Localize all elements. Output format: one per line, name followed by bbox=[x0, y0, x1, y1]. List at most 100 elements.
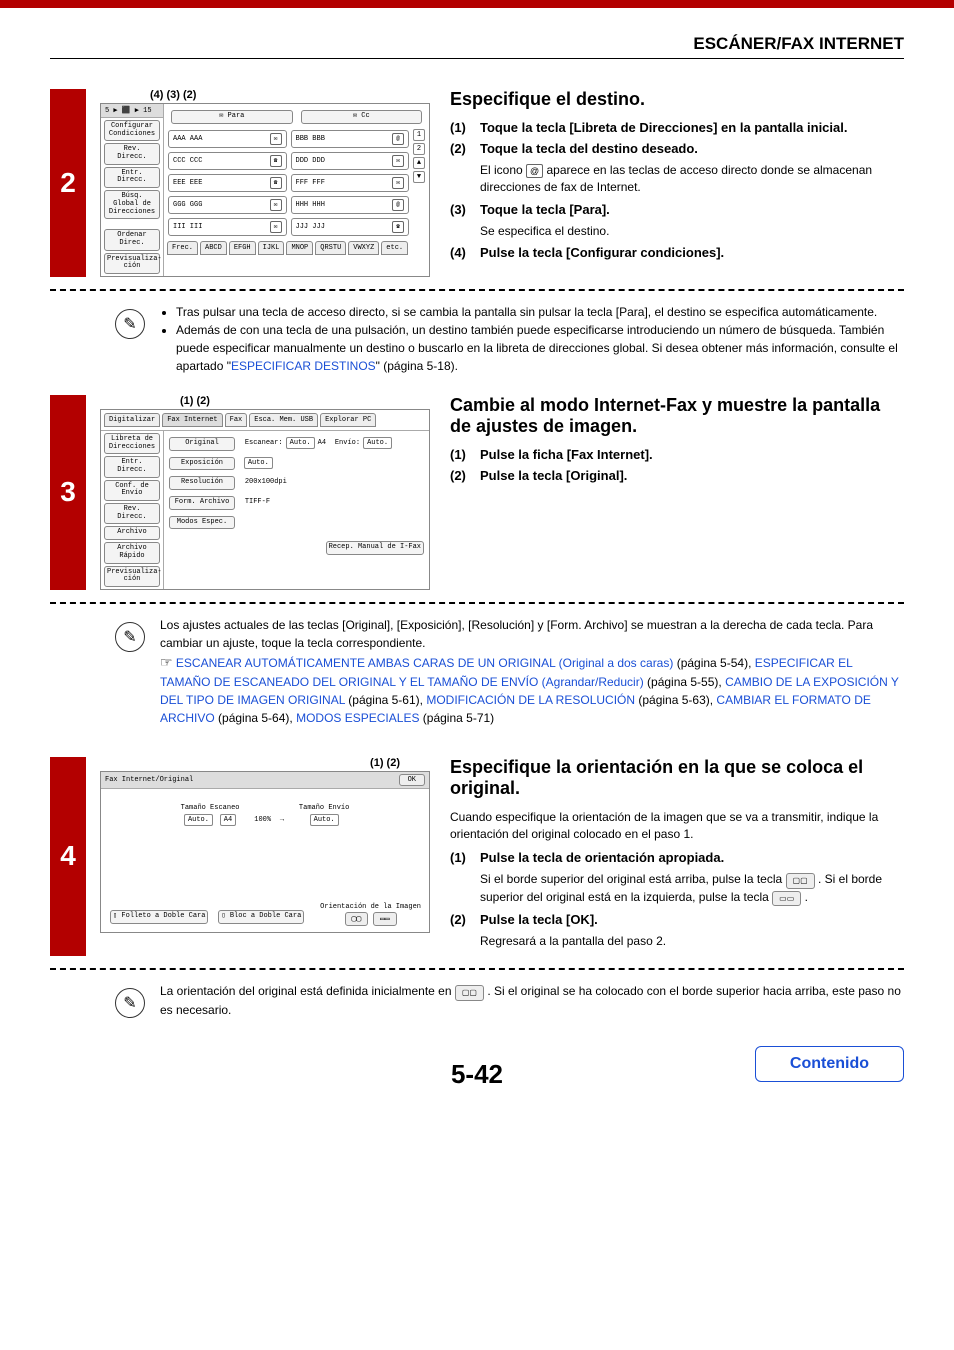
step4-sub2-num: (2) bbox=[450, 912, 480, 927]
top-red-bar bbox=[0, 0, 954, 8]
ss-orient-landscape[interactable]: ▭▭ bbox=[373, 912, 397, 926]
ss-conf-envio[interactable]: Conf. de Envío bbox=[104, 480, 160, 501]
ss-archivo-rapido[interactable]: Archivo Rápido bbox=[104, 542, 160, 563]
ss-busq-global[interactable]: Búsq. Global de Direcciones bbox=[104, 190, 160, 219]
ss-tab-fax[interactable]: Fax bbox=[225, 413, 248, 427]
ss-folleto-btn[interactable]: ▯ Folleto a Doble Cara bbox=[110, 910, 208, 924]
step2-screenshot: 5 ▶ ⬛ ▶ 15 Configurar Condiciones Rev. D… bbox=[100, 103, 430, 277]
ss-para-btn[interactable]: ✉ Para bbox=[171, 110, 293, 124]
step2-sub1-num: (1) bbox=[450, 120, 480, 135]
ss-resolucion-btn[interactable]: Resolución bbox=[169, 476, 235, 490]
ss-ordenar[interactable]: Ordenar Direc. bbox=[104, 229, 160, 250]
orient-portrait-icon: ▢▢ bbox=[786, 873, 815, 888]
step2-sub4-num: (4) bbox=[450, 245, 480, 260]
ss-orient-portrait[interactable]: ▢▢ bbox=[345, 912, 369, 926]
ss-tab[interactable]: IJKL bbox=[258, 241, 285, 255]
ss-entry[interactable]: III III✉ bbox=[168, 218, 287, 236]
ss-archivo[interactable]: Archivo bbox=[104, 526, 160, 540]
ss-title: Fax Internet/Original bbox=[105, 776, 193, 784]
step3-sub2: Pulse la tecla [Original]. bbox=[480, 468, 627, 483]
step4-sub2-desc: Regresará a la pantalla del paso 2. bbox=[480, 933, 904, 950]
ss-modos-espec-btn[interactable]: Modos Espec. bbox=[169, 516, 235, 530]
ss-config-cond[interactable]: Configurar Condiciones bbox=[104, 120, 160, 141]
ss-form-archivo-btn[interactable]: Form. Archivo bbox=[169, 496, 235, 510]
ss-tab[interactable]: MNOP bbox=[286, 241, 313, 255]
ss-tab-frec[interactable]: Frec. bbox=[167, 241, 198, 255]
ss-tab[interactable]: etc. bbox=[381, 241, 408, 255]
divider bbox=[50, 602, 904, 604]
ss-entry[interactable]: AAA AAA✉ bbox=[168, 130, 287, 148]
pencil-note-icon: ✎ bbox=[115, 622, 145, 652]
ss-entry[interactable]: BBB BBB@ bbox=[291, 130, 410, 148]
pencil-note-icon: ✎ bbox=[115, 988, 145, 1018]
ss-down[interactable]: ▼ bbox=[413, 171, 425, 183]
ss-counter: 5 ▶ ⬛ ▶ 15 bbox=[101, 104, 163, 118]
ss-entry[interactable]: DDD DDD✉ bbox=[291, 152, 410, 170]
ss-tab-digitalizar[interactable]: Digitalizar bbox=[104, 413, 160, 427]
link-modif-resolucion[interactable]: MODIFICACIÓN DE LA RESOLUCIÓN bbox=[426, 693, 635, 707]
pointer-icon: ☞ bbox=[160, 654, 173, 670]
step2-note: Tras pulsar una tecla de acceso directo,… bbox=[160, 303, 904, 375]
step-3-marker: 3 bbox=[50, 395, 86, 590]
ss-entr-direcc[interactable]: Entr. Direcc. bbox=[104, 167, 160, 188]
step4-note: La orientación del original está definid… bbox=[160, 982, 904, 1019]
step2-sub4: Pulse la tecla [Configurar condiciones]. bbox=[480, 245, 724, 260]
ss-entry[interactable]: HHH HHH@ bbox=[291, 196, 410, 214]
ss-tab[interactable]: VWXYZ bbox=[348, 241, 379, 255]
step2-callouts: (4) (3) (2) bbox=[100, 89, 430, 101]
ss-recep-manual[interactable]: Recep. Manual de I-Fax bbox=[326, 541, 424, 555]
ss-cc-btn[interactable]: ✉ Cc bbox=[301, 110, 423, 124]
ss-entry[interactable]: JJJ JJJ☎ bbox=[291, 218, 410, 236]
section-header: ESCÁNER/FAX INTERNET bbox=[50, 28, 904, 59]
ss-page-1[interactable]: 1 bbox=[413, 129, 425, 141]
ss-entry[interactable]: EEE EEE☎ bbox=[168, 174, 287, 192]
ss-up[interactable]: ▲ bbox=[413, 157, 425, 169]
step-4-marker: 4 bbox=[50, 757, 86, 956]
ss-ok-btn[interactable]: OK bbox=[399, 774, 425, 786]
orient-portrait-icon: ▢▢ bbox=[455, 985, 484, 1001]
orient-landscape-icon: ▭▭ bbox=[772, 891, 801, 906]
ss-rev-direcc[interactable]: Rev. Direcc. bbox=[104, 503, 160, 524]
step4-screenshot: Fax Internet/Original OK Tamaño Escaneo … bbox=[100, 771, 430, 933]
step4-intro: Cuando especifique la orientación de la … bbox=[450, 809, 904, 843]
step2-sub3-desc: Se especifica el destino. bbox=[480, 223, 904, 240]
step-2-marker: 2 bbox=[50, 89, 86, 277]
step2-sub1: Toque la tecla [Libreta de Direcciones] … bbox=[480, 120, 847, 135]
ss-tab-usb[interactable]: Esca. Mem. USB bbox=[249, 413, 318, 427]
ss-bloc-btn[interactable]: ▯ Bloc a Doble Cara bbox=[218, 910, 304, 924]
step2-sub3: Toque la tecla [Para]. bbox=[480, 202, 610, 217]
ss-rev-direcc[interactable]: Rev. Direcc. bbox=[104, 143, 160, 164]
ss-page-2[interactable]: 2 bbox=[413, 143, 425, 155]
step4-sub1: Pulse la tecla de orientación apropiada. bbox=[480, 850, 724, 865]
step3-sub1-num: (1) bbox=[450, 447, 480, 462]
step3-screenshot: DigitalizarFax InternetFaxEsca. Mem. USB… bbox=[100, 409, 430, 590]
ss-exposicion-btn[interactable]: Exposición bbox=[169, 457, 235, 471]
link-modos-especiales[interactable]: MODOS ESPECIALES bbox=[296, 711, 419, 725]
step3-title: Cambie al modo Internet-Fax y muestre la… bbox=[450, 395, 904, 437]
ss-tab-pc[interactable]: Explorar PC bbox=[320, 413, 376, 427]
ss-libreta[interactable]: Libreta de Direcciones bbox=[104, 433, 160, 454]
ss-tab[interactable]: EFGH bbox=[229, 241, 256, 255]
ss-entry[interactable]: CCC CCC☎ bbox=[168, 152, 287, 170]
ifax-icon: @ bbox=[526, 164, 543, 178]
ss-tab[interactable]: QRSTU bbox=[315, 241, 346, 255]
ss-entr-direcc[interactable]: Entr. Direcc. bbox=[104, 456, 160, 477]
step4-callouts: (1) (2) bbox=[100, 757, 430, 769]
step2-sub2-desc: El icono @ aparece en las teclas de acce… bbox=[480, 162, 904, 196]
pencil-note-icon: ✎ bbox=[115, 309, 145, 339]
ss-tab-fax-internet[interactable]: Fax Internet bbox=[162, 413, 222, 427]
ss-pct: 100% bbox=[252, 815, 273, 825]
link-especificar-destinos[interactable]: ESPECIFICAR DESTINOS bbox=[231, 359, 376, 373]
step4-title: Especifique la orientación en la que se … bbox=[450, 757, 904, 799]
step2-sub2-num: (2) bbox=[450, 141, 480, 156]
ss-tab[interactable]: ABCD bbox=[200, 241, 227, 255]
step2-sub3-num: (3) bbox=[450, 202, 480, 217]
link-escanear-auto[interactable]: ESCANEAR AUTOMÁTICAMENTE AMBAS CARAS DE … bbox=[176, 656, 673, 670]
ss-preview[interactable]: Previsualiza-ción bbox=[104, 253, 160, 274]
ss-preview[interactable]: Previsualiza-ción bbox=[104, 566, 160, 587]
contenido-button[interactable]: Contenido bbox=[755, 1046, 904, 1082]
ss-original-btn[interactable]: Original bbox=[169, 437, 235, 451]
ss-entry[interactable]: GGG GGG✉ bbox=[168, 196, 287, 214]
ss-orient-label: Orientación de la Imagen bbox=[318, 902, 423, 912]
ss-entry[interactable]: FFF FFF✉ bbox=[291, 174, 410, 192]
